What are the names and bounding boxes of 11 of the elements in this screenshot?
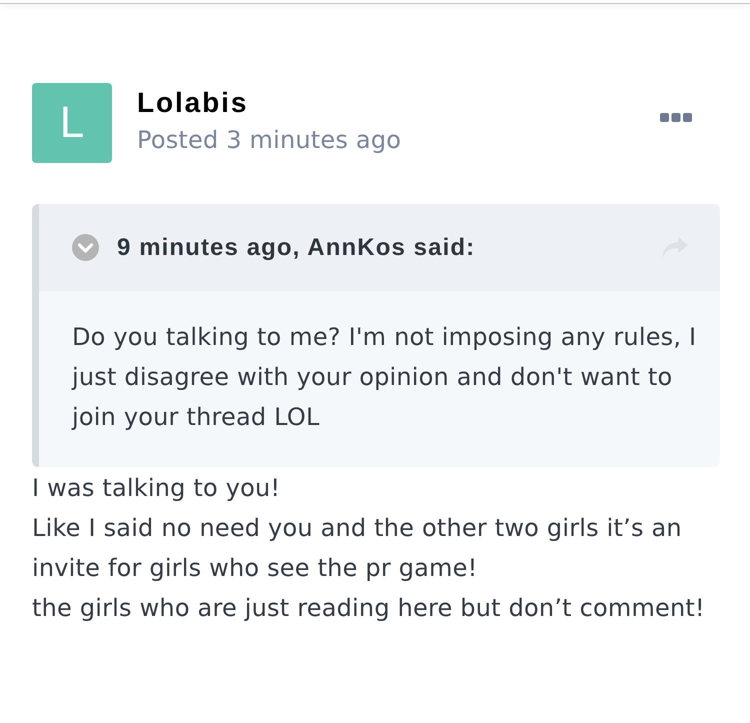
post-time: Posted 3 minutes ago [137, 125, 402, 156]
reply-text: the girls who are just reading here but don’t comment! [32, 593, 706, 624]
reply-text: Like I said no need you and the other two girls it’s an invite for girls who see the pr game! [32, 513, 683, 584]
author-name[interactable]: Lolabis [137, 85, 248, 121]
collapse-toggle[interactable] [72, 234, 99, 261]
quote-citation: 9 minutes ago, AnnKos said: [117, 234, 476, 262]
more-options-icon [660, 113, 692, 122]
chevron-down-icon [72, 234, 99, 261]
quote-text: Do you talking to me? I'm not imposing any rules, I just disagree with your opinion and don't want to join your thread LOL [72, 322, 698, 433]
reply-text: I was talking to you! [32, 473, 282, 504]
more-options-button[interactable] [660, 113, 692, 122]
